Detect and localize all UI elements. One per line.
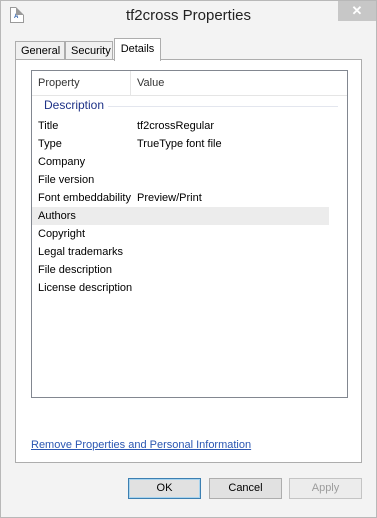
column-header-property[interactable]: Property xyxy=(32,71,131,95)
close-button[interactable]: ✕ xyxy=(338,1,376,21)
property-value: TrueType font file xyxy=(137,138,222,150)
details-list[interactable]: Property Value Description Title tf2cros… xyxy=(31,70,348,398)
remove-properties-link[interactable]: Remove Properties and Personal Informati… xyxy=(31,439,251,451)
apply-button[interactable]: Apply xyxy=(289,478,362,499)
tab-details[interactable]: Details xyxy=(114,38,161,61)
list-item-selected[interactable]: Authors xyxy=(32,207,329,225)
property-name: File version xyxy=(38,174,95,186)
details-panel: Property Value Description Title tf2cros… xyxy=(15,59,362,463)
ok-button[interactable]: OK xyxy=(128,478,201,499)
property-name: Copyright xyxy=(38,228,86,240)
property-value: Preview/Print xyxy=(137,192,202,204)
property-name: Legal trademarks xyxy=(38,246,123,258)
property-value: tf2crossRegular xyxy=(137,120,215,132)
list-item[interactable]: Title tf2crossRegular xyxy=(32,117,329,135)
group-divider xyxy=(108,106,338,107)
close-icon: ✕ xyxy=(351,3,363,18)
list-item[interactable]: Legal trademarks xyxy=(32,243,329,261)
window-title: tf2cross Properties xyxy=(125,7,252,24)
property-name: Title xyxy=(38,120,59,132)
property-name: Type xyxy=(38,138,62,150)
column-header-value[interactable]: Value xyxy=(131,71,347,95)
list-item[interactable]: License description xyxy=(32,279,329,297)
property-name: File description xyxy=(38,264,112,276)
list-item[interactable]: File version xyxy=(32,171,329,189)
tab-security[interactable]: Security xyxy=(65,41,113,59)
list-item[interactable]: Font embeddability Preview/Print xyxy=(32,189,329,207)
property-name: License description xyxy=(38,282,133,294)
list-item[interactable]: Copyright xyxy=(32,225,329,243)
list-item[interactable]: Type TrueType font file xyxy=(32,135,329,153)
tab-general[interactable]: General xyxy=(15,41,65,59)
title-bar[interactable]: A tf2cross Properties ✕ xyxy=(1,1,376,31)
properties-dialog: A tf2cross Properties ✕ General Security… xyxy=(0,0,377,518)
group-label: Description xyxy=(44,98,109,112)
group-header-description[interactable]: Description xyxy=(38,98,343,114)
property-name: Company xyxy=(38,156,86,168)
property-name: Authors xyxy=(38,210,76,222)
list-item[interactable]: File description xyxy=(32,261,329,279)
list-header: Property Value xyxy=(32,71,347,96)
cancel-button[interactable]: Cancel xyxy=(209,478,282,499)
property-name: Font embeddability xyxy=(38,192,131,204)
list-item[interactable]: Company xyxy=(32,153,329,171)
